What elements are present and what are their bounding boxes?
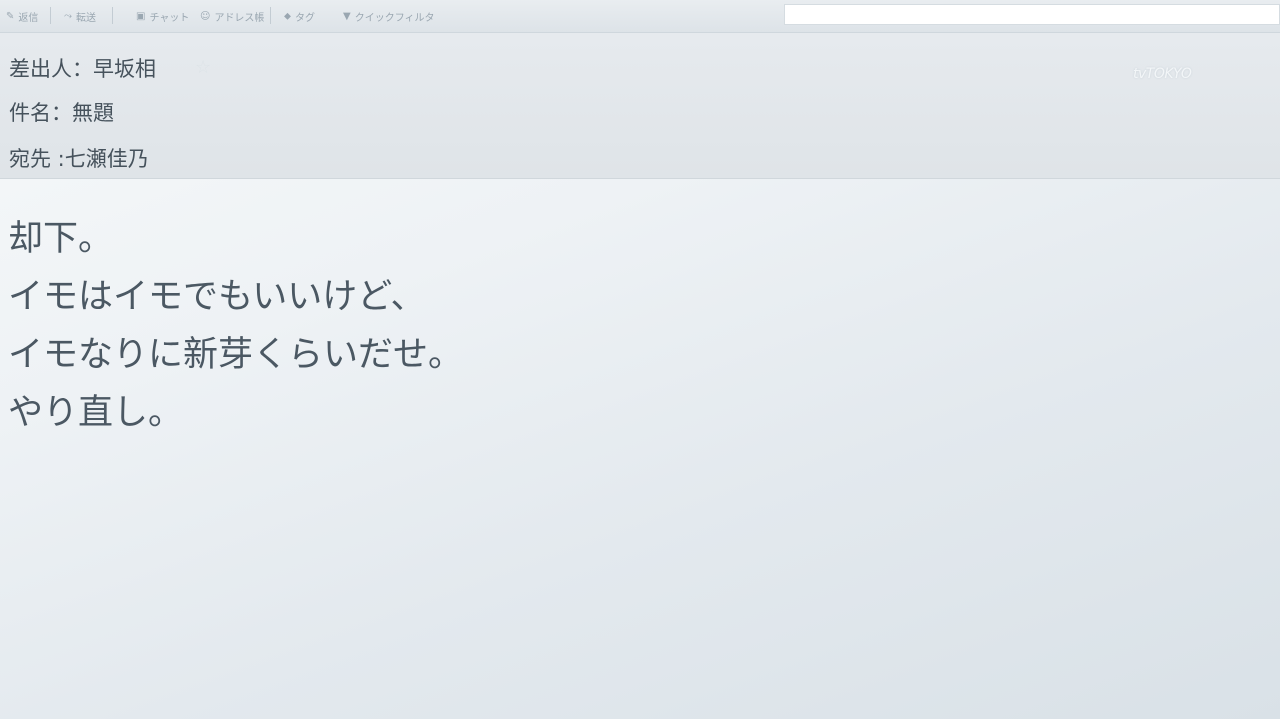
forward-label: 転送: [76, 12, 96, 24]
toolbar-divider: [270, 7, 271, 24]
subject-label: 件名：: [9, 101, 72, 125]
from-value[interactable]: 早坂相: [93, 57, 156, 81]
chat-button[interactable]: ▣ チャット: [136, 8, 189, 24]
message-body: 却下。 イモはイモでもいいけど、 イモなりに新芽くらいだせ。 やり直し。: [8, 210, 908, 442]
quick-filter-label: クイックフィルタ: [354, 12, 435, 24]
chat-label: チャット: [149, 12, 190, 24]
body-line: イモなりに新芽くらいだせ。: [8, 335, 464, 375]
forward-icon: ⤳: [64, 10, 72, 22]
reply-label: 返信: [18, 12, 39, 24]
tag-button[interactable]: ⬥ タグ: [284, 8, 315, 24]
toolbar: ✎ 返信 ⤳ 転送 ▣ チャット ☺ アドレス帳 ⬥ タグ ▼ クイックフィルタ: [0, 0, 1280, 33]
filter-icon: ▼: [343, 10, 351, 22]
address-book-label: アドレス帳: [214, 12, 265, 24]
to-row: 宛先 :七瀬佳乃: [9, 143, 149, 173]
subject-row: 件名：無題: [9, 97, 114, 127]
address-book-button[interactable]: ☺ アドレス帳: [200, 8, 264, 24]
person-icon: ☺: [200, 10, 211, 22]
message-header: 差出人：早坂相 ☆ 件名：無題 宛先 :七瀬佳乃 tvTOKYO: [0, 33, 1280, 179]
search-input[interactable]: [784, 4, 1280, 25]
body-line: やり直し。: [8, 393, 184, 433]
reply-icon: ✎: [6, 10, 15, 22]
tag-icon: ⬥: [284, 10, 291, 22]
toolbar-divider: [50, 7, 51, 24]
reply-button[interactable]: ✎ 返信: [6, 8, 38, 24]
star-icon[interactable]: ☆: [195, 57, 211, 78]
to-value[interactable]: 七瀬佳乃: [65, 147, 149, 171]
quick-filter-button[interactable]: ▼ クイックフィルタ: [343, 8, 435, 24]
body-line: 却下。: [8, 219, 114, 259]
from-row: 差出人：早坂相: [9, 53, 156, 83]
to-label: 宛先 :: [9, 147, 65, 171]
tag-label: タグ: [295, 12, 315, 24]
chat-icon: ▣: [136, 10, 146, 22]
broadcaster-logo: tvTOKYO: [1133, 66, 1192, 82]
forward-button[interactable]: ⤳ 転送: [64, 8, 96, 24]
from-label: 差出人：: [9, 57, 93, 81]
subject-value: 無題: [72, 101, 114, 125]
body-line: イモはイモでもいいけど、: [8, 277, 426, 317]
toolbar-divider: [112, 7, 113, 24]
